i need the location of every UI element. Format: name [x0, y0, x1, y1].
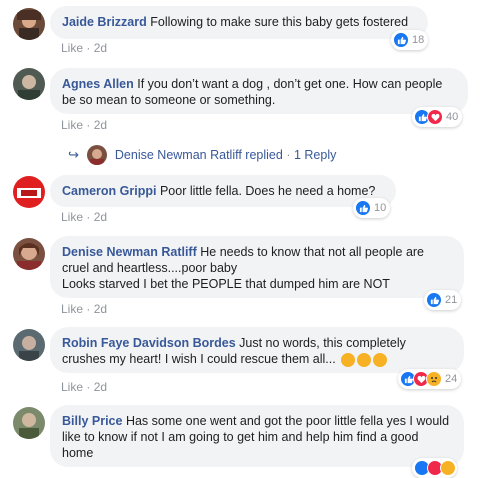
reaction-summary[interactable]: 21 — [424, 290, 462, 310]
comment-text: Poor little fella. Does he need a home? — [159, 184, 376, 198]
comment-bubble: Jaide Brizzard Following to make sure th… — [50, 6, 428, 39]
comment-author[interactable]: Robin Faye Davidson Bordes — [62, 336, 236, 350]
timestamp[interactable]: 2d — [94, 118, 107, 132]
comment-bubble: Cameron Grippi Poor little fella. Does h… — [50, 175, 396, 207]
separator: · — [86, 380, 91, 394]
reaction-count: 21 — [445, 294, 458, 306]
love-reaction-icon — [427, 109, 443, 125]
reaction-summary[interactable]: 24 — [398, 369, 462, 389]
reaction-summary[interactable]: 18 — [391, 30, 429, 50]
like-link[interactable]: Like — [61, 118, 83, 132]
comment-author[interactable]: Denise Newman Ratliff — [62, 245, 197, 259]
reply-action: replied — [245, 148, 283, 162]
crying-emoji-icon — [341, 352, 356, 367]
comment-actions: Like · 2d — [61, 302, 107, 316]
reaction-count: 24 — [445, 373, 458, 385]
comment-actions: Like · 2d — [61, 118, 107, 132]
comment-bubble: Billy Price Has some one went and got th… — [50, 405, 464, 467]
reaction-count: 18 — [412, 34, 425, 46]
like-reaction-icon — [355, 200, 371, 216]
comment-author[interactable]: Jaide Brizzard — [62, 15, 147, 29]
separator: · — [86, 302, 91, 316]
avatar — [86, 145, 107, 165]
crying-emoji-icon — [373, 352, 388, 367]
like-link[interactable]: Like — [61, 380, 83, 394]
reply-author: Denise Newman Ratliff — [114, 148, 242, 162]
like-link[interactable]: Like — [61, 302, 83, 316]
comment-actions: Like · 2d — [61, 210, 107, 224]
avatar[interactable] — [13, 68, 45, 100]
avatar[interactable] — [13, 329, 45, 361]
separator: · — [86, 118, 91, 132]
avatar[interactable] — [13, 8, 45, 40]
separator: · — [86, 210, 91, 224]
comment-author[interactable]: Agnes Allen — [62, 77, 134, 91]
reaction-summary[interactable]: 10 — [353, 198, 391, 218]
timestamp[interactable]: 2d — [94, 41, 107, 55]
comment-author[interactable]: Cameron Grippi — [62, 184, 156, 198]
separator: · — [86, 41, 91, 55]
avatar[interactable] — [13, 407, 45, 439]
separator: · — [286, 148, 291, 162]
reaction-summary[interactable] — [412, 458, 457, 478]
avatar[interactable] — [13, 238, 45, 270]
reaction-count: 40 — [446, 111, 459, 123]
comment-text: Following to make sure this baby gets fo… — [150, 15, 409, 29]
comment-bubble: Robin Faye Davidson Bordes Just no words… — [50, 327, 464, 373]
comment-actions: Like · 2d — [61, 41, 107, 55]
sad-reaction-icon — [440, 460, 456, 476]
comment-actions: Like · 2d — [61, 380, 107, 394]
sad-reaction-icon — [426, 371, 442, 387]
reaction-summary[interactable]: 40 — [412, 107, 463, 127]
comment-bubble: Agnes Allen If you don’t want a dog , do… — [50, 68, 468, 114]
reply-count: 1 Reply — [293, 148, 337, 162]
timestamp[interactable]: 2d — [94, 380, 107, 394]
view-replies-link[interactable]: ↪ Denise Newman Ratliff replied · 1 Repl… — [68, 145, 336, 165]
like-link[interactable]: Like — [61, 210, 83, 224]
timestamp[interactable]: 2d — [94, 302, 107, 316]
reaction-count: 10 — [374, 202, 387, 214]
crying-emoji-icon — [357, 352, 372, 367]
avatar[interactable] — [13, 176, 45, 208]
timestamp[interactable]: 2d — [94, 210, 107, 224]
comment-bubble: Denise Newman Ratliff He needs to know t… — [50, 236, 464, 298]
reply-arrow-icon: ↪ — [68, 147, 79, 162]
like-link[interactable]: Like — [61, 41, 83, 55]
like-reaction-icon — [426, 292, 442, 308]
comment-author[interactable]: Billy Price — [62, 414, 122, 428]
like-reaction-icon — [393, 32, 409, 48]
